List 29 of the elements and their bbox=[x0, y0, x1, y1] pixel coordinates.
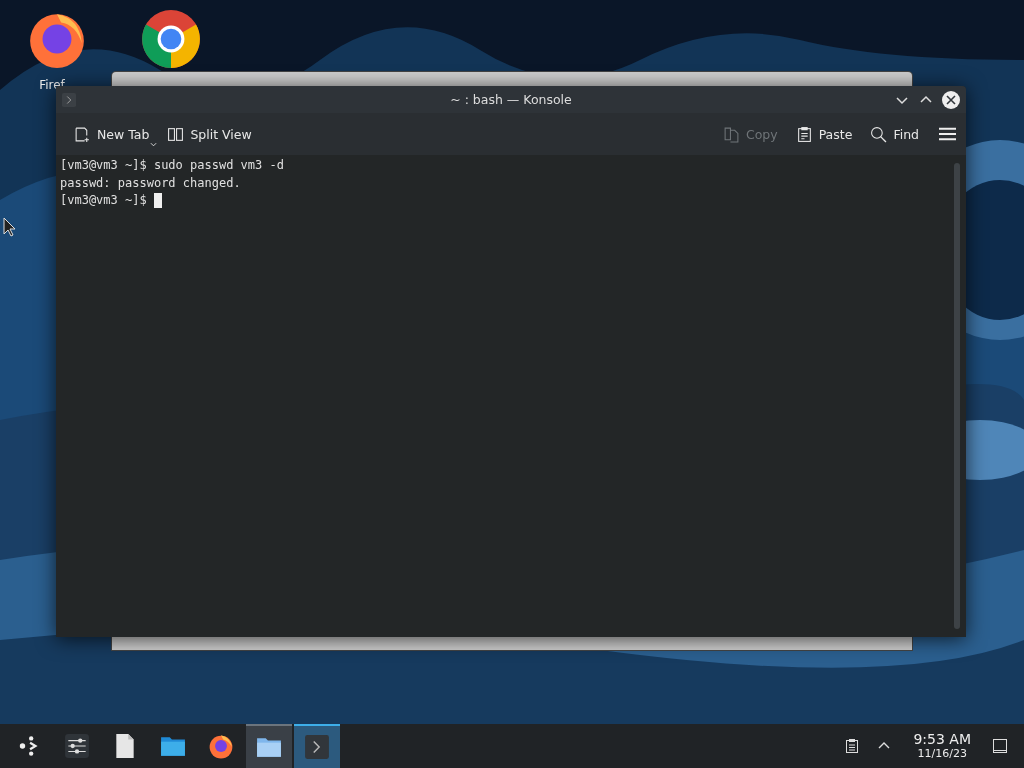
terminal-line: passwd: password changed. bbox=[60, 174, 241, 192]
split-view-icon bbox=[167, 125, 185, 143]
mouse-pointer-icon bbox=[3, 217, 15, 237]
folder-task[interactable] bbox=[246, 724, 292, 768]
terminal-icon bbox=[304, 734, 330, 760]
clipboard-icon bbox=[795, 125, 813, 143]
search-icon bbox=[870, 125, 888, 143]
window-title: ~ : bash — Konsole bbox=[450, 92, 572, 107]
terminal-line: [vm3@vm3 ~]$ bbox=[60, 192, 148, 209]
chrome-icon[interactable] bbox=[140, 8, 202, 70]
clock-date[interactable]: 11/16/23 bbox=[917, 747, 967, 760]
new-tab-icon bbox=[74, 125, 91, 143]
close-button[interactable] bbox=[942, 90, 960, 109]
terminal-task[interactable] bbox=[294, 724, 340, 768]
sliders-icon bbox=[64, 733, 90, 759]
terminal-line: [vm3@vm3 ~]$ sudo passwd vm3 -d bbox=[60, 157, 284, 174]
clipboard-icon[interactable] bbox=[844, 738, 861, 754]
split-button[interactable]: Split View bbox=[161, 121, 258, 147]
show-desktop-icon[interactable] bbox=[992, 738, 1008, 754]
new-tab-button[interactable]: New Tab bbox=[68, 121, 156, 147]
menu-icon[interactable] bbox=[939, 127, 956, 141]
firefox-icon bbox=[208, 733, 234, 759]
clock-time[interactable]: 9:53 AM bbox=[913, 732, 971, 748]
copy-icon bbox=[722, 125, 740, 143]
terminal-icon bbox=[62, 92, 76, 107]
terminal-area[interactable]: [vm3@vm3 ~]$ sudo passwd vm3 -d passwd: password changed. [vm3@vm3 ~]$ bbox=[56, 155, 966, 637]
find-button[interactable]: Find bbox=[864, 121, 925, 147]
scrollbar[interactable] bbox=[954, 163, 960, 629]
paste-button[interactable]: Paste bbox=[789, 121, 859, 147]
